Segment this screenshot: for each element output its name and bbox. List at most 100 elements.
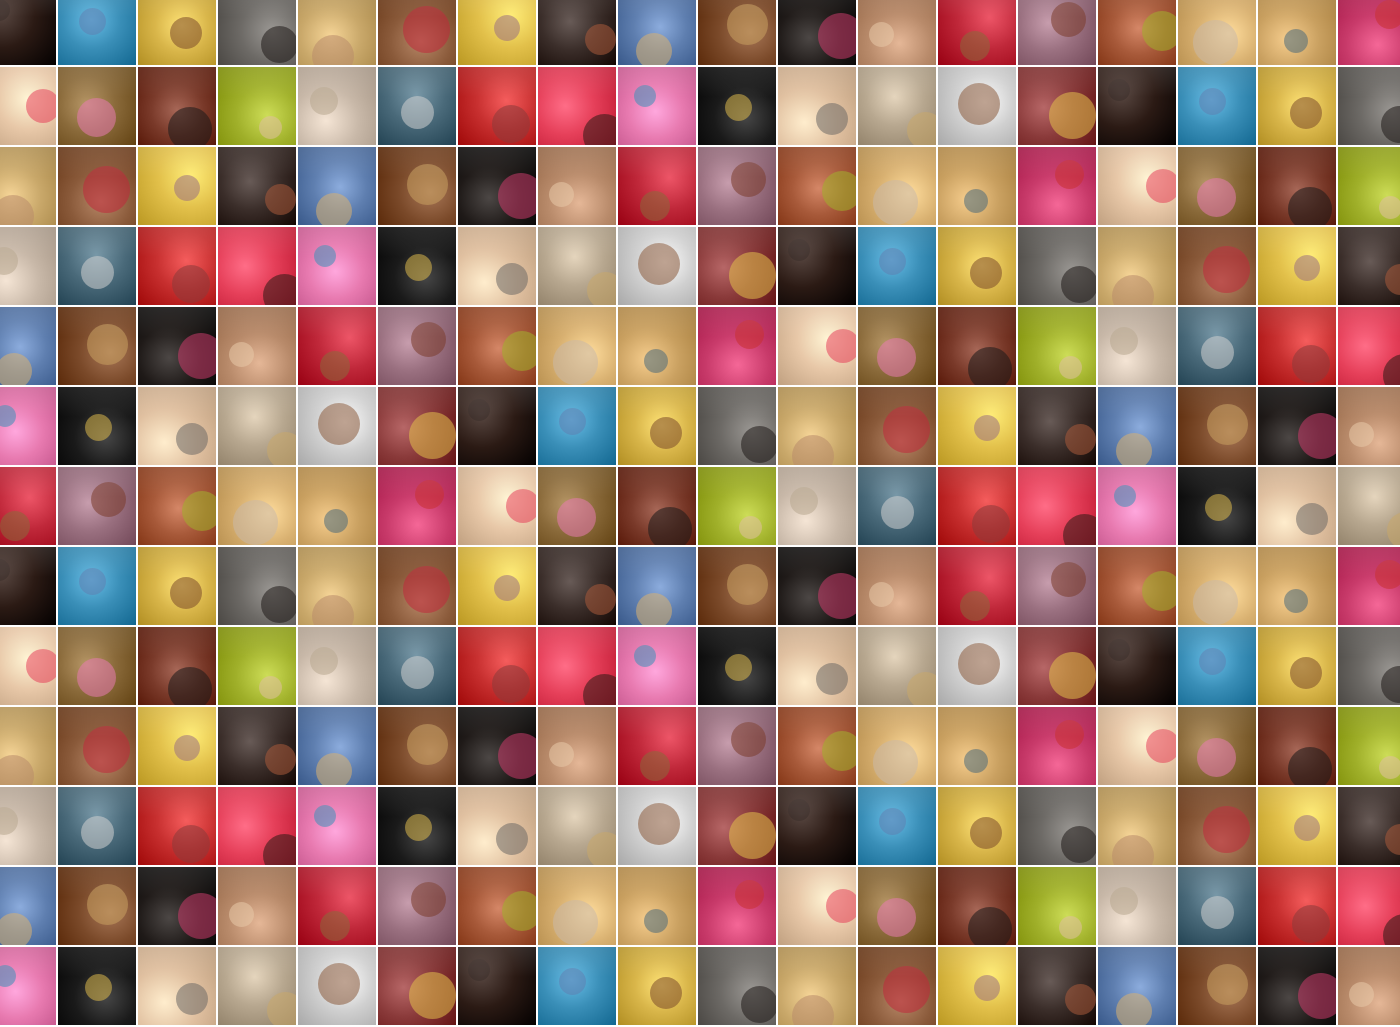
photo-thumbnail	[0, 547, 56, 625]
photo-thumbnail	[1258, 947, 1336, 1025]
photo-thumbnail	[618, 467, 696, 545]
photo-thumbnail	[1338, 787, 1400, 865]
photo-thumbnail	[538, 867, 616, 945]
photo-thumbnail	[1338, 707, 1400, 785]
photo-thumbnail	[1018, 627, 1096, 705]
photo-thumbnail	[218, 627, 296, 705]
photo-thumbnail	[58, 787, 136, 865]
photo-thumbnail	[1338, 227, 1400, 305]
photo-thumbnail	[138, 67, 216, 145]
photo-thumbnail	[458, 387, 536, 465]
photo-thumbnail	[1098, 387, 1176, 465]
photo-thumbnail	[378, 227, 456, 305]
photo-thumbnail	[218, 147, 296, 225]
photo-thumbnail	[778, 787, 856, 865]
photo-thumbnail	[698, 547, 776, 625]
photo-thumbnail	[858, 947, 936, 1025]
photo-thumbnail	[458, 947, 536, 1025]
photo-thumbnail	[1178, 387, 1256, 465]
photo-thumbnail	[58, 307, 136, 385]
photo-thumbnail	[458, 227, 536, 305]
photo-thumbnail	[1338, 0, 1400, 65]
photo-thumbnail	[538, 787, 616, 865]
photo-thumbnail	[218, 307, 296, 385]
photo-thumbnail	[1178, 547, 1256, 625]
photo-thumbnail	[1178, 707, 1256, 785]
photo-thumbnail	[858, 0, 936, 65]
photo-thumbnail	[778, 547, 856, 625]
photo-thumbnail	[538, 547, 616, 625]
photo-thumbnail	[538, 67, 616, 145]
photo-thumbnail	[1098, 227, 1176, 305]
photo-thumbnail	[858, 867, 936, 945]
photo-thumbnail	[1178, 947, 1256, 1025]
photo-thumbnail	[378, 67, 456, 145]
photo-thumbnail	[778, 147, 856, 225]
photo-thumbnail	[1018, 947, 1096, 1025]
photo-thumbnail	[0, 0, 56, 65]
photo-thumbnail	[458, 467, 536, 545]
photo-thumbnail	[378, 467, 456, 545]
photo-thumbnail	[938, 867, 1016, 945]
photo-collage	[0, 0, 1400, 1027]
photo-thumbnail	[538, 227, 616, 305]
photo-thumbnail	[1258, 547, 1336, 625]
photo-thumbnail	[1098, 627, 1176, 705]
photo-thumbnail	[58, 627, 136, 705]
photo-thumbnail	[1018, 67, 1096, 145]
photo-thumbnail	[58, 387, 136, 465]
photo-thumbnail	[1098, 787, 1176, 865]
photo-thumbnail	[778, 867, 856, 945]
photo-thumbnail	[298, 387, 376, 465]
photo-thumbnail	[858, 707, 936, 785]
photo-thumbnail	[1338, 467, 1400, 545]
photo-thumbnail	[938, 147, 1016, 225]
photo-thumbnail	[298, 547, 376, 625]
photo-thumbnail	[858, 387, 936, 465]
photo-thumbnail	[58, 67, 136, 145]
photo-thumbnail	[218, 467, 296, 545]
photo-thumbnail	[458, 67, 536, 145]
photo-thumbnail	[1338, 67, 1400, 145]
photo-thumbnail	[1178, 227, 1256, 305]
photo-thumbnail	[378, 547, 456, 625]
photo-thumbnail	[1258, 0, 1336, 65]
photo-thumbnail	[0, 627, 56, 705]
photo-thumbnail	[1178, 867, 1256, 945]
photo-thumbnail	[58, 867, 136, 945]
photo-thumbnail	[138, 227, 216, 305]
photo-thumbnail	[698, 947, 776, 1025]
photo-thumbnail	[298, 467, 376, 545]
photo-thumbnail	[778, 67, 856, 145]
photo-thumbnail	[1258, 67, 1336, 145]
photo-thumbnail	[458, 547, 536, 625]
photo-thumbnail	[858, 547, 936, 625]
photo-thumbnail	[298, 227, 376, 305]
photo-thumbnail	[1178, 67, 1256, 145]
photo-thumbnail	[538, 387, 616, 465]
photo-thumbnail	[58, 467, 136, 545]
photo-thumbnail	[778, 467, 856, 545]
photo-thumbnail	[458, 0, 536, 65]
photo-thumbnail	[858, 227, 936, 305]
photo-thumbnail	[218, 387, 296, 465]
photo-thumbnail	[698, 867, 776, 945]
photo-thumbnail	[778, 0, 856, 65]
photo-thumbnail	[698, 0, 776, 65]
photo-thumbnail	[1338, 867, 1400, 945]
photo-thumbnail	[298, 0, 376, 65]
photo-thumbnail	[298, 867, 376, 945]
photo-thumbnail	[618, 947, 696, 1025]
photo-thumbnail	[618, 67, 696, 145]
photo-thumbnail	[858, 67, 936, 145]
photo-thumbnail	[618, 547, 696, 625]
photo-thumbnail	[778, 307, 856, 385]
photo-thumbnail	[538, 627, 616, 705]
photo-thumbnail	[778, 707, 856, 785]
photo-thumbnail	[138, 627, 216, 705]
photo-thumbnail	[538, 467, 616, 545]
photo-thumbnail	[1018, 0, 1096, 65]
photo-thumbnail	[378, 627, 456, 705]
photo-thumbnail	[0, 67, 56, 145]
photo-thumbnail	[1258, 787, 1336, 865]
